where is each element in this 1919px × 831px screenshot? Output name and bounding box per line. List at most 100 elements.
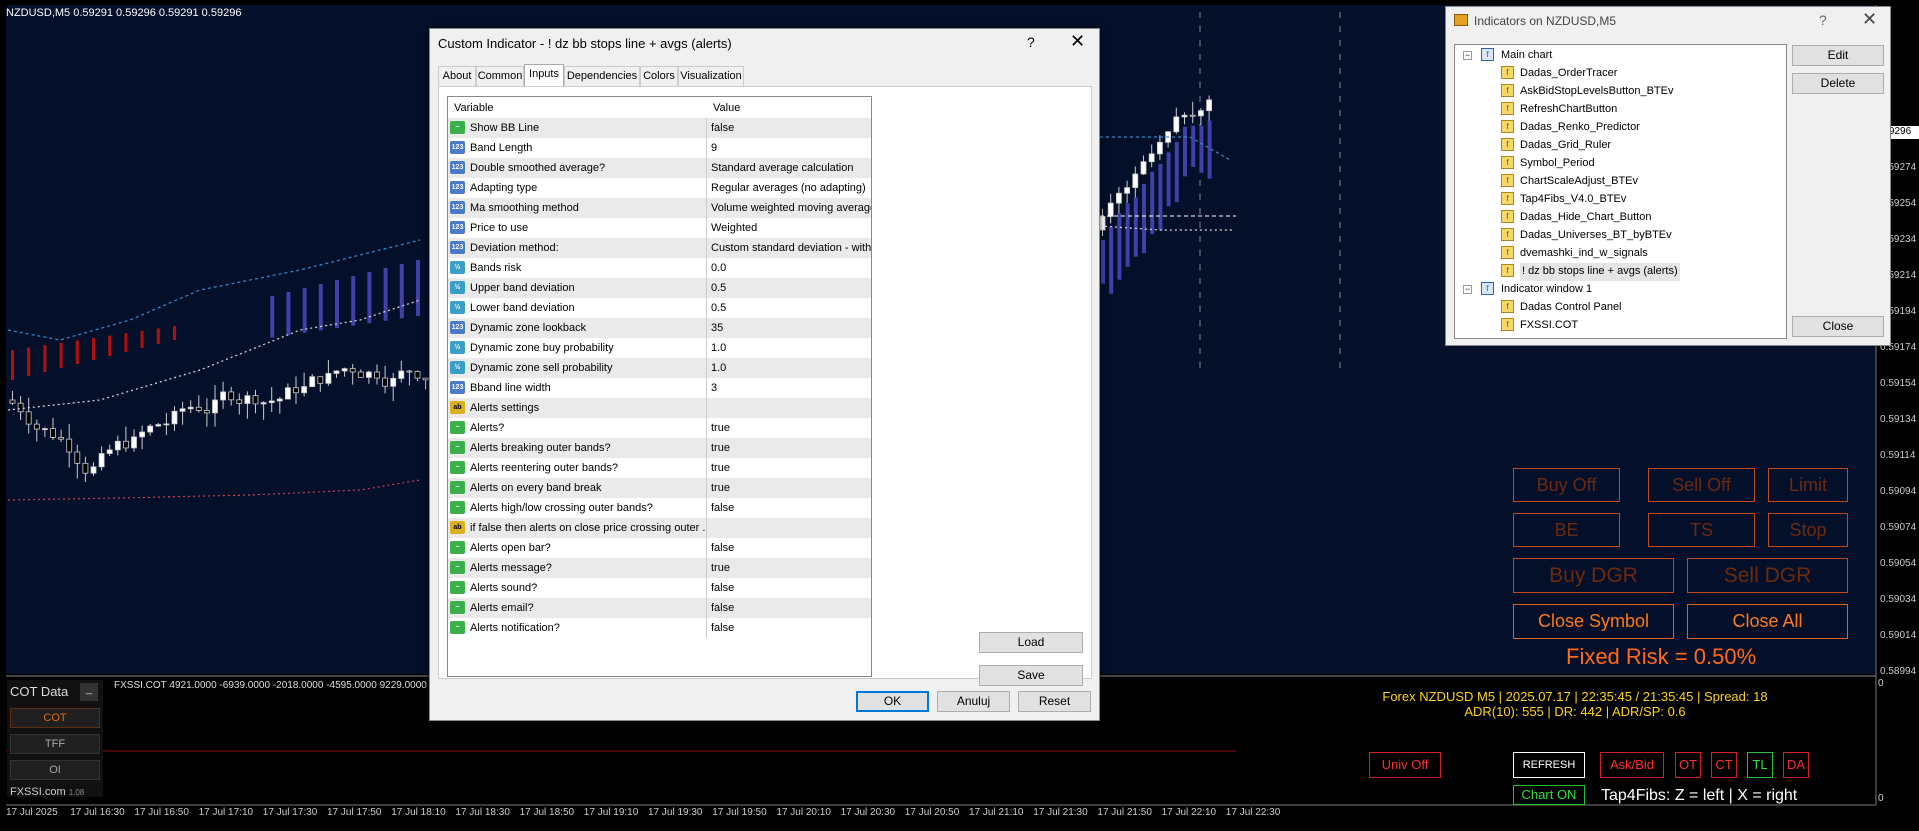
grid-row[interactable]: ½ Dynamic zone buy probability 1.0 [448,338,871,358]
grid-row[interactable]: ab Alerts settings [448,398,871,418]
param-value[interactable]: false [711,602,734,614]
dialog-help-button[interactable]: ? [1027,34,1035,50]
grid-row[interactable]: ab if false then alerts on close price cr… [448,518,871,538]
param-value[interactable]: true [711,462,730,474]
grid-row[interactable]: ~ Alerts reentering outer bands? true [448,458,871,478]
sell-dgr-button[interactable]: Sell DGR [1687,558,1848,593]
refresh-button[interactable]: REFRESH [1513,752,1585,778]
param-value[interactable]: Regular averages (no adapting) [711,182,866,194]
tab-colors[interactable]: Colors [640,66,678,86]
param-value[interactable]: 9 [711,142,717,154]
param-value[interactable]: true [711,562,730,574]
grid-row[interactable]: 123 Deviation method: Custom standard devi… [448,238,871,258]
param-value[interactable]: false [711,622,734,634]
param-value[interactable]: Weighted [711,222,757,234]
tree-subwindow[interactable]: Indicator window 1 [1501,281,1592,299]
tree-indicator-item[interactable]: Tap4Fibs_V4.0_BTEv [1520,191,1626,209]
grid-row[interactable]: ~ Show BB Line false [448,118,871,138]
tree-indicator-item[interactable]: Dadas_OrderTracer [1520,65,1617,83]
ts-button[interactable]: TS [1648,513,1755,547]
reset-button[interactable]: Reset [1018,691,1091,712]
grid-row[interactable]: 123 Adapting type Regular averages (no ada… [448,178,871,198]
grid-row[interactable]: ½ Bands risk 0.0 [448,258,871,278]
indicators-close-x-button[interactable]: ✕ [1862,9,1877,30]
param-value[interactable]: 0.5 [711,282,726,294]
grid-row[interactable]: ~ Alerts sound? false [448,578,871,598]
grid-row[interactable]: ½ Lower band deviation 0.5 [448,298,871,318]
grid-row[interactable]: 123 Band Length 9 [448,138,871,158]
indicators-tree[interactable]: − f Main chart f Dadas_OrderTracer f AskBidSto… [1454,44,1787,339]
ask-bid-button[interactable]: Ask/Bid [1600,752,1664,778]
tree-indicator-item[interactable]: dvemashki_ind_w_signals [1520,245,1648,263]
ct-button[interactable]: CT [1711,752,1737,778]
inputs-grid[interactable]: Variable Value ~ Show BB Line false 123 Band… [447,96,872,677]
grid-row[interactable]: ½ Upper band deviation 0.5 [448,278,871,298]
close-symbol-button[interactable]: Close Symbol [1513,604,1674,639]
param-value[interactable]: 35 [711,322,723,334]
cot-button[interactable]: COT [10,708,100,728]
da-button[interactable]: DA [1783,752,1809,778]
tree-indicator-item[interactable]: AskBidStopLevelsButton_BTEv [1520,83,1673,101]
grid-row[interactable]: ~ Alerts message? true [448,558,871,578]
tree-indicator-item[interactable]: Dadas Control Panel [1520,299,1622,317]
tab-common[interactable]: Common [476,66,524,86]
tree-collapse-icon[interactable]: − [1463,285,1472,294]
tab-visualization[interactable]: Visualization [678,66,744,86]
close-all-button[interactable]: Close All [1687,604,1848,639]
tree-indicator-item[interactable]: Dadas_Universes_BT_byBTEv [1520,227,1672,245]
tree-indicator-item[interactable]: RefreshChartButton [1520,101,1617,119]
tree-indicator-item[interactable]: Dadas_Renko_Predictor [1520,119,1640,137]
grid-row[interactable]: ~ Alerts high/low crossing outer bands? fa… [448,498,871,518]
dialog-close-button[interactable]: ✕ [1070,31,1085,52]
buy-dgr-button[interactable]: Buy DGR [1513,558,1674,593]
univ-off-button[interactable]: Univ Off [1369,752,1441,778]
param-value[interactable]: false [711,542,734,554]
grid-row[interactable]: ~ Alerts on every band break true [448,478,871,498]
cot-minimize-button[interactable]: _ [80,683,98,701]
tff-button[interactable]: TFF [10,734,100,754]
grid-row[interactable]: 123 Ma smoothing method Volume weighted mo… [448,198,871,218]
limit-button[interactable]: Limit [1768,468,1848,502]
tree-indicator-item[interactable]: Dadas_Hide_Chart_Button [1520,209,1651,227]
load-button[interactable]: Load [979,632,1083,653]
param-value[interactable]: Standard average calculation [711,162,853,174]
param-value[interactable]: 0.0 [711,262,726,274]
tl-button[interactable]: TL [1747,752,1773,778]
tree-indicator-item[interactable]: ChartScaleAdjust_BTEv [1520,173,1638,191]
grid-row[interactable]: ~ Alerts email? false [448,598,871,618]
param-value[interactable]: false [711,582,734,594]
stop-button[interactable]: Stop [1768,513,1848,547]
delete-button[interactable]: Delete [1792,73,1884,94]
save-button[interactable]: Save [979,665,1083,686]
param-value[interactable]: true [711,482,730,494]
grid-row[interactable]: 123 Price to use Weighted [448,218,871,238]
param-value[interactable]: 1.0 [711,362,726,374]
tree-collapse-icon[interactable]: − [1463,51,1472,60]
tree-main-chart[interactable]: Main chart [1501,47,1552,65]
oi-button[interactable]: OI [10,760,100,780]
tree-indicator-item[interactable]: Dadas_Grid_Ruler [1520,137,1611,155]
grid-row[interactable]: 123 Double smoothed average? Standard aver… [448,158,871,178]
ok-button[interactable]: OK [856,691,929,712]
param-value[interactable]: false [711,502,734,514]
param-value[interactable]: Volume weighted moving average - VWMA [711,202,871,214]
grid-row[interactable]: ~ Alerts notification? false [448,618,871,638]
param-value[interactable]: 3 [711,382,717,394]
grid-row[interactable]: ½ Dynamic zone sell probability 1.0 [448,358,871,378]
grid-row[interactable]: ~ Alerts? true [448,418,871,438]
param-value[interactable]: Custom standard deviation - with sample … [711,242,871,254]
indicators-close-button[interactable]: Close [1792,316,1884,337]
grid-row[interactable]: 123 Bband line width 3 [448,378,871,398]
tree-indicator-item[interactable]: FXSSI.COT [1520,317,1578,335]
tab-dependencies[interactable]: Dependencies [564,66,640,86]
buy-off-button[interactable]: Buy Off [1513,468,1620,502]
cancel-button[interactable]: Anuluj [937,691,1010,712]
param-value[interactable]: true [711,422,730,434]
chart-on-button[interactable]: Chart ON [1513,785,1585,805]
grid-row[interactable]: 123 Dynamic zone lookback 35 [448,318,871,338]
grid-row[interactable]: ~ Alerts breaking outer bands? true [448,438,871,458]
indicators-help-button[interactable]: ? [1819,12,1827,28]
dialog-titlebar[interactable]: Custom Indicator - ! dz bb stops line + … [430,29,1099,57]
grid-row[interactable]: ~ Alerts open bar? false [448,538,871,558]
param-value[interactable]: 1.0 [711,342,726,354]
